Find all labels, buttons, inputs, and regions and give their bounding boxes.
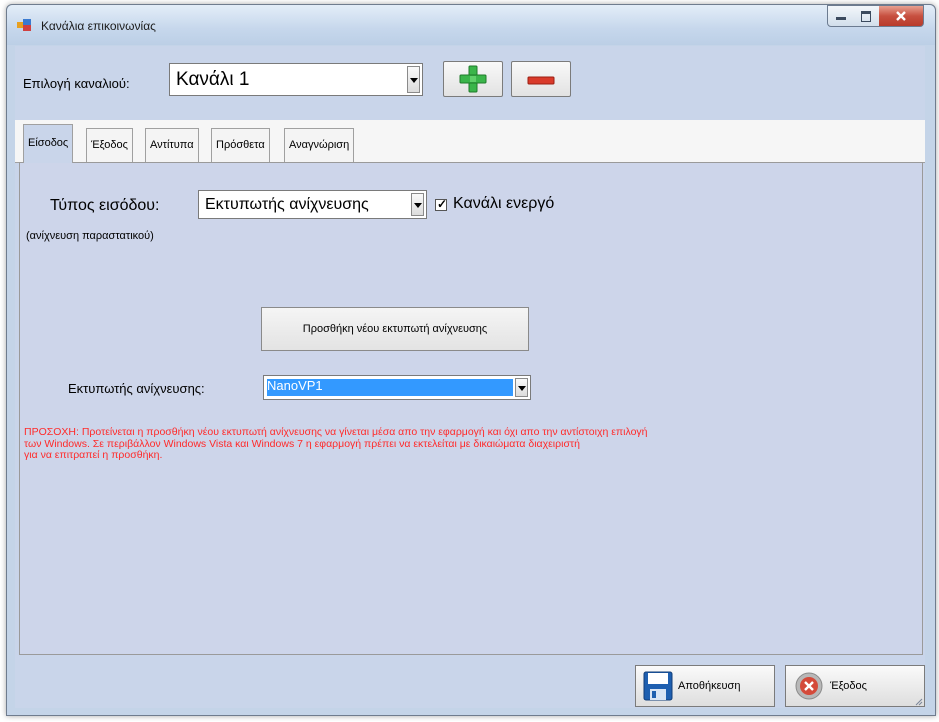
minimize-button[interactable]: [827, 5, 855, 27]
input-type-value: Εκτυπωτής ανίχνευσης: [205, 196, 369, 213]
channel-active-checkbox[interactable]: ✓: [435, 197, 448, 211]
tab-input[interactable]: Είσοδος: [23, 124, 74, 163]
channel-label: Επιλογή καναλιού:: [23, 76, 130, 91]
title-bar[interactable]: Κανάλια επικοινωνίας: [7, 5, 935, 45]
warning-line: ΠΡΟΣΟΧΗ: Προτείνεται η προσθήκη νέου εκτ…: [24, 426, 648, 438]
tab-output[interactable]: Έξοδος: [86, 128, 133, 162]
floppy-disk-icon: [643, 671, 673, 701]
checkmark-icon: ✓: [437, 197, 448, 211]
close-button[interactable]: [879, 5, 924, 27]
exit-button[interactable]: Έξοδος: [785, 665, 925, 707]
chevron-down-icon: [414, 202, 422, 208]
tab-bar: Είσοδος Έξοδος Αντίτυπα Πρόσθετα Αναγνώρ…: [15, 120, 925, 163]
save-label: Αποθήκευση: [678, 680, 741, 692]
add-channel-button[interactable]: [443, 61, 503, 97]
add-printer-button[interactable]: Προσθήκη νέου εκτυπωτή ανίχνευσης: [261, 307, 529, 351]
dialog-window: Κανάλια επικοινωνίας Επιλογή καναλιού: Κ…: [6, 4, 936, 716]
document-detection-label: (ανίχνευση παραστατικού): [26, 230, 154, 242]
app-icon: [17, 19, 31, 31]
plus-icon: [459, 65, 487, 93]
warning-line: για να επιτραπεί η προσθήκη.: [24, 449, 163, 461]
tab-label: Είσοδος: [28, 137, 69, 149]
channel-combobox[interactable]: Κανάλι 1: [169, 63, 423, 96]
tab-label: Αναγνώριση: [289, 139, 350, 151]
chevron-down-icon: [518, 385, 526, 391]
tab-label: Πρόσθετα: [216, 139, 265, 151]
exit-label: Έξοδος: [830, 680, 867, 692]
save-button[interactable]: Αποθήκευση: [635, 665, 775, 707]
tab-additional[interactable]: Πρόσθετα: [211, 128, 270, 162]
printer-label: Εκτυπωτής ανίχνευσης:: [68, 381, 205, 396]
close-icon: [896, 11, 906, 21]
printer-dropdown-button[interactable]: [515, 378, 528, 397]
channel-value: Κανάλι 1: [176, 69, 250, 90]
minus-icon: [527, 76, 555, 85]
channel-toolbar: Επιλογή καναλιού: Κανάλι 1: [15, 46, 925, 118]
input-type-label: Τύπος εισόδου:: [50, 197, 160, 214]
channel-dropdown-button[interactable]: [407, 66, 420, 93]
close-circle-icon: [795, 672, 823, 700]
minimize-icon: [836, 17, 846, 20]
client-area: Επιλογή καναλιού: Κανάλι 1 Είσοδος Έξοδο…: [15, 46, 925, 708]
tab-copies[interactable]: Αντίτυπα: [145, 128, 199, 162]
remove-channel-button[interactable]: [511, 61, 571, 97]
maximize-icon: [861, 11, 871, 22]
input-type-dropdown-button[interactable]: [411, 193, 424, 216]
window-title: Κανάλια επικοινωνίας: [41, 19, 156, 33]
printer-combobox[interactable]: NanoVP1: [263, 375, 531, 400]
chevron-down-icon: [410, 77, 418, 83]
printer-value: NanoVP1: [267, 378, 323, 393]
footer-bar: Αποθήκευση Έξοδος: [15, 659, 925, 708]
tab-label: Αντίτυπα: [150, 139, 194, 151]
tab-label: Έξοδος: [91, 139, 128, 151]
input-tab-panel: Τύπος εισόδου: Εκτυπωτής ανίχνευσης ✓ Κα…: [19, 162, 923, 655]
channel-active-label[interactable]: Κανάλι ενεργό: [453, 195, 554, 213]
input-type-combobox[interactable]: Εκτυπωτής ανίχνευσης: [198, 190, 427, 219]
tab-recognition[interactable]: Αναγνώριση: [284, 128, 355, 162]
resize-grip-icon[interactable]: [913, 696, 923, 706]
maximize-button[interactable]: [853, 5, 880, 27]
warning-message: ΠΡΟΣΟΧΗ: Προτείνεται η προσθήκη νέου εκτ…: [24, 426, 824, 462]
